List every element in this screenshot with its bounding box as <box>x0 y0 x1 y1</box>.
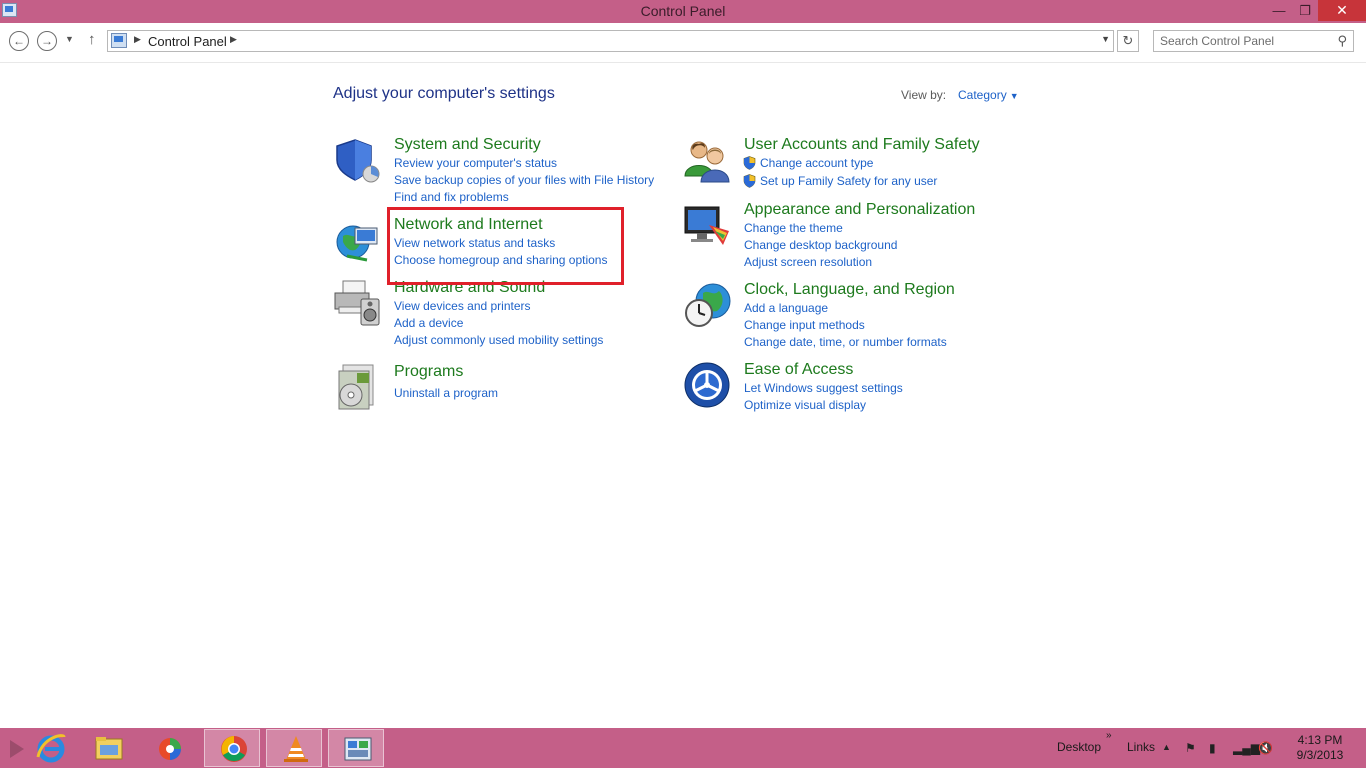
up-arrow-icon[interactable]: ↑ <box>88 31 96 48</box>
search-box[interactable]: ⚲ <box>1153 30 1354 52</box>
link-devices-printers[interactable]: View devices and printers <box>394 299 531 313</box>
address-bar[interactable]: ▶ Control Panel ▶ ▼ <box>107 30 1114 52</box>
minimize-button[interactable]: — <box>1266 0 1292 21</box>
link-date-time-formats[interactable]: Change date, time, or number formats <box>744 335 947 349</box>
link-find-fix-problems[interactable]: Find and fix problems <box>394 190 509 204</box>
search-input[interactable] <box>1160 32 1330 50</box>
link-screen-resolution[interactable]: Adjust screen resolution <box>744 255 872 269</box>
taskbar-item-media[interactable] <box>138 729 194 767</box>
uac-shield-icon <box>743 174 756 188</box>
category-title[interactable]: Ease of Access <box>744 361 853 379</box>
breadcrumb-chevron-icon[interactable]: ▶ <box>230 34 237 45</box>
category-system-and-security: System and Security Review your computer… <box>333 136 663 208</box>
taskbar-item-vlc[interactable] <box>266 729 322 767</box>
desktop-toolbar-label[interactable]: Desktop <box>1057 740 1101 754</box>
show-hidden-icons-icon[interactable]: ▲ <box>1162 742 1178 756</box>
file-explorer-icon <box>95 737 123 760</box>
control-panel-icon <box>344 737 372 761</box>
forward-button[interactable]: → <box>37 31 57 51</box>
view-by-value[interactable]: Category <box>958 88 1007 102</box>
control-panel-icon <box>111 33 127 48</box>
category-title[interactable]: Appearance and Personalization <box>744 201 975 219</box>
battery-icon[interactable]: ▮ <box>1209 741 1225 755</box>
page-title: Adjust your computer's settings <box>333 85 555 102</box>
clock-globe-icon[interactable] <box>683 281 731 329</box>
clock-time: 4:13 PM <box>1297 733 1343 747</box>
clock-date: 9/3/2013 <box>1296 748 1344 762</box>
category-title[interactable]: System and Security <box>394 136 541 154</box>
network-globe-icon[interactable] <box>333 216 381 264</box>
search-icon[interactable]: ⚲ <box>1337 33 1347 49</box>
ease-of-access-icon[interactable] <box>683 361 731 409</box>
taskbar-item-chrome[interactable] <box>204 729 260 767</box>
shield-icon[interactable] <box>333 136 381 184</box>
view-by-dropdown[interactable]: Category ▼ <box>958 88 1019 102</box>
toolbar-overflow-icon[interactable]: » <box>1106 730 1112 741</box>
uac-shield-icon <box>743 156 756 170</box>
action-center-flag-icon[interactable]: ⚑ <box>1185 741 1201 755</box>
network-signal-icon[interactable]: ▂▄▆ <box>1233 741 1260 755</box>
monitor-palette-icon[interactable] <box>683 201 731 249</box>
category-hardware-and-sound: Hardware and Sound View devices and prin… <box>333 279 663 351</box>
view-by-label: View by: <box>901 88 947 102</box>
highlight-box <box>387 207 624 285</box>
recent-locations-chevron-icon[interactable]: ▼ <box>65 34 74 44</box>
refresh-button[interactable]: ↻ <box>1117 30 1139 52</box>
link-desktop-background[interactable]: Change desktop background <box>744 238 897 252</box>
link-family-safety[interactable]: Set up Family Safety for any user <box>760 174 937 188</box>
link-backup-file-history[interactable]: Save backup copies of your files with Fi… <box>394 173 654 187</box>
category-title[interactable]: Programs <box>394 363 463 381</box>
category-clock-language-region: Clock, Language, and Region Add a langua… <box>683 281 1013 353</box>
link-add-language[interactable]: Add a language <box>744 301 828 315</box>
link-add-device[interactable]: Add a device <box>394 316 463 330</box>
taskbar-item-control-panel[interactable] <box>328 729 384 767</box>
volume-muted-icon[interactable]: 🔇 <box>1258 741 1274 755</box>
taskbar-item-internet-explorer[interactable] <box>22 729 78 767</box>
maximize-button[interactable]: ❐ <box>1292 0 1318 21</box>
link-change-account-type[interactable]: Change account type <box>760 156 873 170</box>
link-change-theme[interactable]: Change the theme <box>744 221 843 235</box>
link-suggest-settings[interactable]: Let Windows suggest settings <box>744 381 903 395</box>
address-dropdown-icon[interactable]: ▼ <box>1101 34 1110 44</box>
category-appearance-personalization: Appearance and Personalization Change th… <box>683 201 1013 273</box>
links-toolbar-label[interactable]: Links <box>1127 740 1155 754</box>
window-title: Control Panel <box>640 3 726 19</box>
chevron-down-icon[interactable]: ▼ <box>1010 91 1019 101</box>
link-review-status[interactable]: Review your computer's status <box>394 156 557 170</box>
breadcrumb-chevron-icon[interactable]: ▶ <box>134 34 141 45</box>
title-bar: Control Panel — ❐ ✕ <box>0 0 1366 23</box>
users-icon[interactable] <box>683 136 731 184</box>
internet-explorer-icon <box>36 734 66 763</box>
category-title[interactable]: User Accounts and Family Safety <box>744 136 980 154</box>
media-icon <box>159 738 181 760</box>
taskbar-item-file-explorer[interactable] <box>80 729 136 767</box>
close-button[interactable]: ✕ <box>1318 0 1366 21</box>
link-input-methods[interactable]: Change input methods <box>744 318 865 332</box>
link-mobility-settings[interactable]: Adjust commonly used mobility settings <box>394 333 603 347</box>
taskbar: Desktop » Links ▲ ⚑ ▮ ▂▄▆ 🔇 4:13 PM 9/3/… <box>0 728 1366 768</box>
category-title[interactable]: Clock, Language, and Region <box>744 281 955 299</box>
back-button[interactable]: ← <box>9 31 29 51</box>
printer-speaker-icon[interactable] <box>333 279 381 327</box>
vlc-icon <box>284 736 308 762</box>
clock[interactable]: 4:13 PM 9/3/2013 <box>1290 733 1350 763</box>
programs-icon[interactable] <box>333 363 381 411</box>
category-ease-of-access: Ease of Access Let Windows suggest setti… <box>683 361 1013 416</box>
category-user-accounts: User Accounts and Family Safety Change a… <box>683 136 1013 191</box>
category-programs: Programs Uninstall a program <box>333 363 663 413</box>
link-uninstall-program[interactable]: Uninstall a program <box>394 386 498 400</box>
breadcrumb[interactable]: Control Panel <box>148 34 227 49</box>
chrome-icon <box>221 736 247 762</box>
link-optimize-display[interactable]: Optimize visual display <box>744 398 866 412</box>
navigation-bar: ← → ▼ ↑ ▶ Control Panel ▶ ▼ ↻ ⚲ <box>0 23 1366 63</box>
